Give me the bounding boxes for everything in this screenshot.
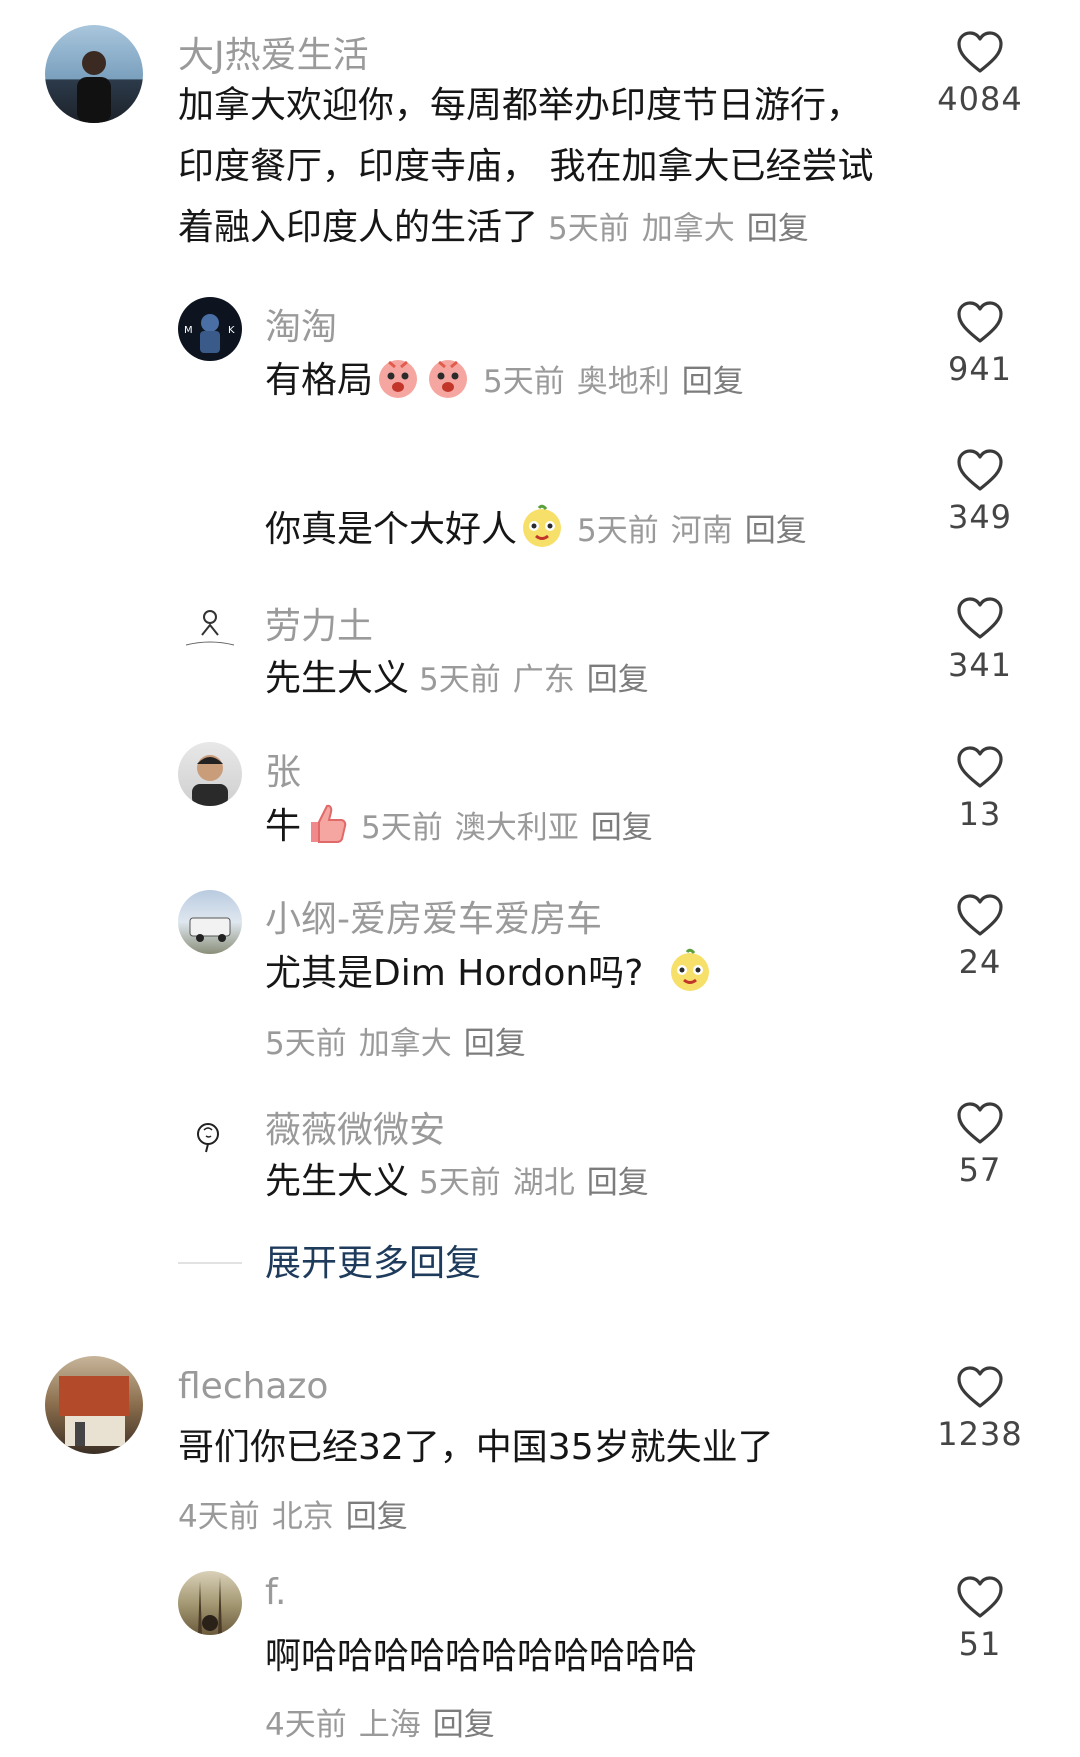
- user-avatar[interactable]: [178, 1571, 242, 1635]
- reply-button[interactable]: 回复: [745, 513, 807, 549]
- reply-button[interactable]: 回复: [747, 211, 809, 247]
- soldier-mk-avatar-icon: MK: [184, 314, 235, 353]
- user-avatar[interactable]: [178, 1100, 242, 1164]
- reply-button[interactable]: 回复: [682, 364, 744, 400]
- comment-meta: 5天前 加拿大 回复: [548, 211, 809, 247]
- comment-text: 先生大义 5天前 湖北 回复: [265, 1151, 661, 1214]
- like-button[interactable]: 51: [910, 1575, 1050, 1663]
- reply-button[interactable]: 回复: [591, 810, 653, 846]
- expand-replies-button[interactable]: 展开更多回复: [265, 1234, 481, 1286]
- comment-text: 加拿大欢迎你，每周都举办印度节日游行， 印度餐厅，印度寺庙， 我在加拿大已经尝试…: [178, 75, 873, 260]
- comment-text: 你真是个大好人 5天前 河南 回复: [265, 499, 819, 562]
- comment-text: 牛 5天前 澳大利亚 回复: [265, 796, 665, 859]
- man-portrait-avatar-icon: [192, 755, 228, 806]
- comment-line: 着融入印度人的生活了 5天前 加拿大 回复: [178, 197, 873, 260]
- storefront-avatar-icon: [59, 1376, 129, 1446]
- heart-icon: [956, 596, 1004, 640]
- reply-button[interactable]: 回复: [433, 1707, 495, 1743]
- reply-button[interactable]: 回复: [587, 662, 649, 698]
- username[interactable]: 小纲-爱房爱车爱房车: [265, 890, 602, 942]
- comment-text: 先生大义 5天前 广东 回复: [265, 648, 661, 711]
- username[interactable]: 淘淘: [265, 298, 337, 350]
- comment-meta: 4天前 上海 回复: [265, 1707, 495, 1743]
- comment-text: 尤其是Dim Hordon吗?: [265, 943, 715, 1004]
- like-button[interactable]: 349: [910, 448, 1050, 536]
- comment-meta: 5天前 加拿大 回复: [265, 1026, 526, 1062]
- man-by-sea-avatar-icon: [77, 51, 111, 123]
- user-avatar[interactable]: MK: [178, 297, 242, 361]
- heart-icon: [956, 300, 1004, 344]
- like-button[interactable]: 24: [910, 893, 1050, 981]
- smug-face-emoji-icon: [519, 503, 565, 549]
- like-count: 4084: [937, 80, 1023, 118]
- heart-icon: [956, 745, 1004, 789]
- reply-button[interactable]: 回复: [346, 1499, 408, 1535]
- sketch-figure-avatar-icon: [185, 610, 235, 646]
- like-button[interactable]: 13: [910, 745, 1050, 833]
- comment-meta: 5天前 奥地利 回复: [483, 364, 744, 400]
- like-count: 349: [947, 498, 1013, 536]
- svg-text:M: M: [184, 325, 193, 336]
- user-avatar[interactable]: [178, 597, 242, 661]
- like-button[interactable]: 1238: [910, 1365, 1050, 1453]
- like-button[interactable]: 4084: [910, 30, 1050, 118]
- expand-divider: [178, 1262, 242, 1264]
- username[interactable]: 张: [265, 743, 301, 795]
- comment-meta: 5天前 湖北 回复: [419, 1165, 649, 1201]
- username[interactable]: 劳力土: [265, 597, 373, 649]
- comment-meta: 4天前 北京 回复: [178, 1499, 408, 1535]
- user-avatar[interactable]: [178, 890, 242, 954]
- heart-icon: [956, 1575, 1004, 1619]
- like-button[interactable]: 341: [910, 596, 1050, 684]
- heart-icon: [956, 30, 1004, 74]
- comment-line: 印度餐厅，印度寺庙， 我在加拿大已经尝试: [178, 146, 874, 187]
- like-count: 57: [958, 1151, 1002, 1189]
- svg-text:K: K: [228, 325, 235, 336]
- like-count: 24: [958, 943, 1002, 981]
- smug-face-emoji-icon: [667, 947, 713, 993]
- heart-icon: [956, 448, 1004, 492]
- username[interactable]: f.: [265, 1572, 287, 1613]
- comment-line: 加拿大欢迎你，每周都举办印度节日游行，: [178, 85, 863, 126]
- rv-truck-avatar-icon: [189, 917, 231, 942]
- angry-face-emoji-icon: [375, 354, 421, 400]
- comment-meta: 5天前 河南 回复: [577, 513, 807, 549]
- comment-text: 啊哈哈哈哈哈哈哈哈哈哈哈: [265, 1636, 698, 1677]
- user-avatar[interactable]: [45, 25, 143, 123]
- like-count: 51: [958, 1625, 1002, 1663]
- comment-meta: 5天前 广东 回复: [419, 662, 649, 698]
- like-button[interactable]: 941: [910, 300, 1050, 388]
- comment-text: 有格局 5天前 奥地利 回复: [265, 350, 756, 413]
- brain-sketch-avatar-icon: [197, 1123, 219, 1153]
- username[interactable]: 大J热爱生活: [178, 26, 369, 78]
- like-count: 341: [947, 646, 1013, 684]
- comment-meta: 5天前 澳大利亚 回复: [361, 810, 653, 846]
- heart-icon: [956, 1365, 1004, 1409]
- angry-face-emoji-icon: [425, 354, 471, 400]
- heart-icon: [956, 893, 1004, 937]
- reply-button[interactable]: 回复: [464, 1026, 526, 1062]
- username[interactable]: 薇薇微微安: [265, 1101, 445, 1153]
- user-avatar[interactable]: [45, 1356, 143, 1454]
- forest-avatar-icon: [198, 1577, 222, 1635]
- like-count: 1238: [937, 1415, 1023, 1453]
- heart-icon: [956, 1101, 1004, 1145]
- user-avatar[interactable]: [178, 742, 242, 806]
- thumbs-up-emoji-icon: [303, 800, 349, 846]
- username[interactable]: flechazo: [178, 1366, 328, 1407]
- reply-button[interactable]: 回复: [587, 1165, 649, 1201]
- comment-text: 哥们你已经32了，中国35岁就失业了: [178, 1427, 774, 1468]
- like-button[interactable]: 57: [910, 1101, 1050, 1189]
- like-count: 13: [958, 795, 1002, 833]
- like-count: 941: [947, 350, 1013, 388]
